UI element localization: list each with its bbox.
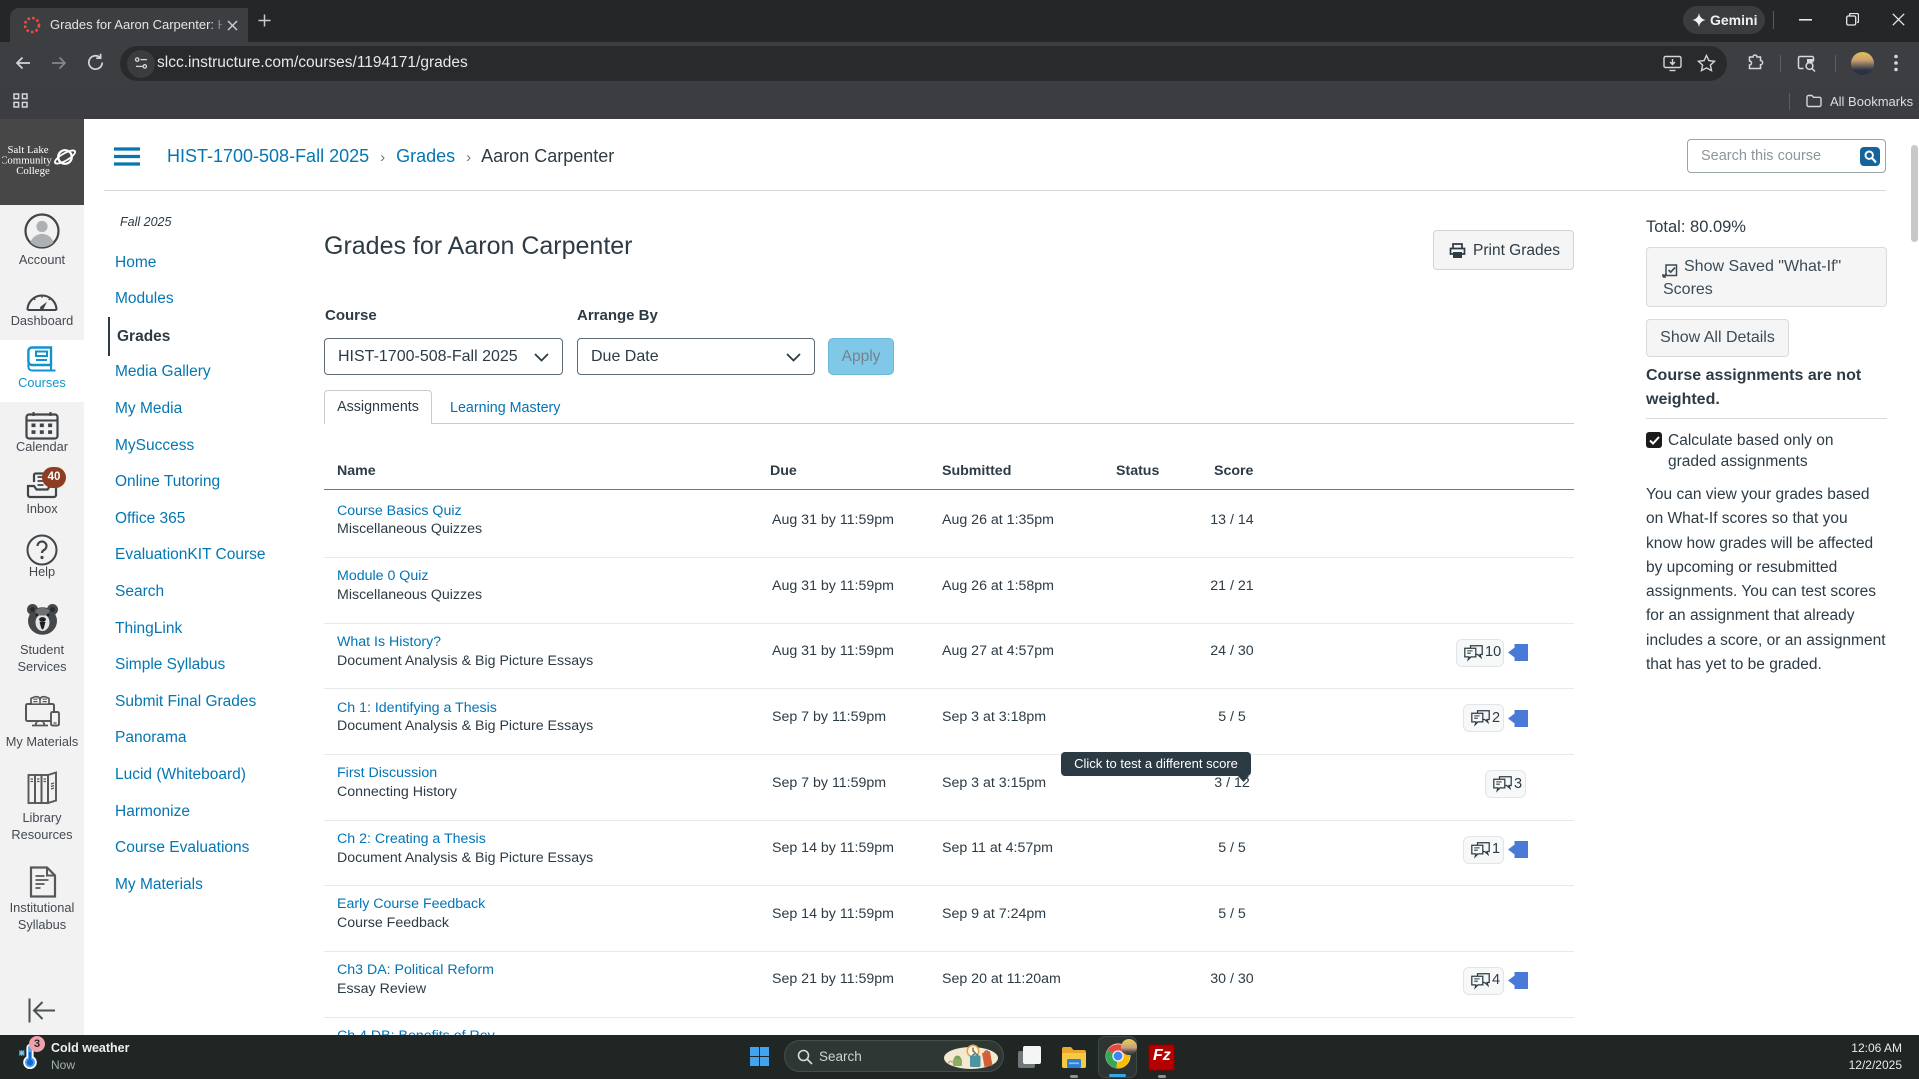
svg-text:College: College [16, 165, 50, 177]
